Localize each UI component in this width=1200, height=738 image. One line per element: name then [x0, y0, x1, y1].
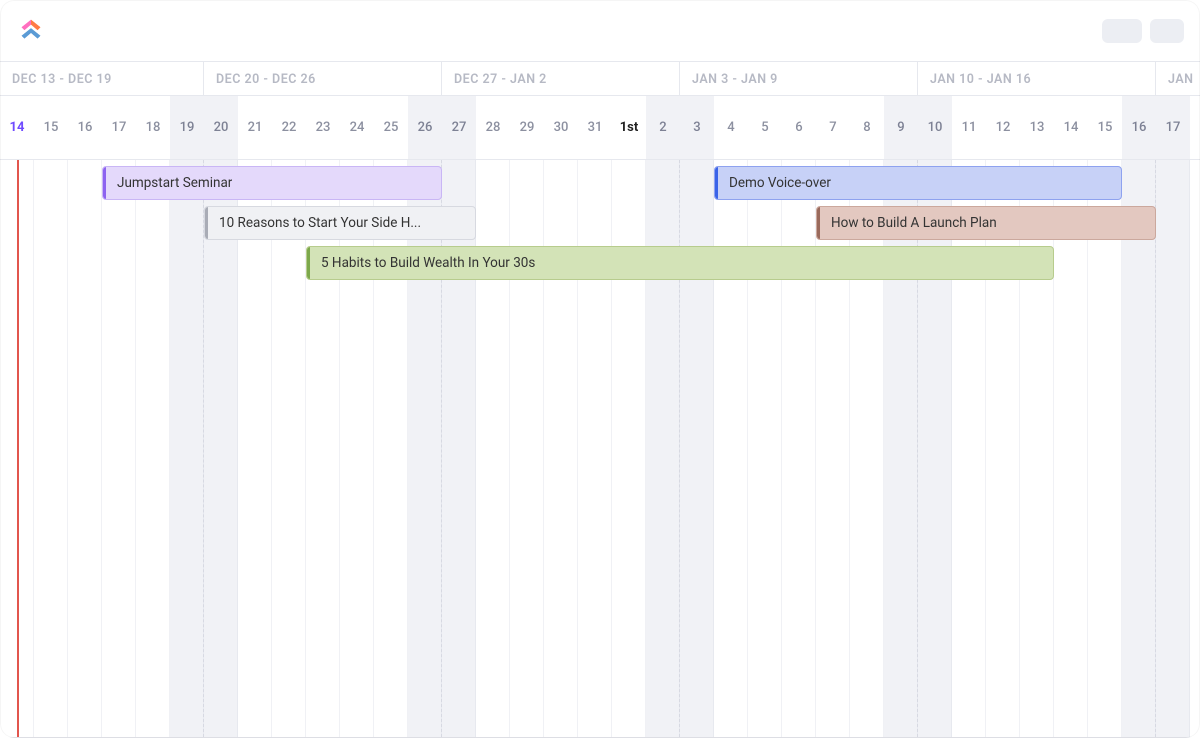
day-header-cell[interactable]: 21: [238, 96, 272, 159]
task-bar-label: Demo Voice-over: [729, 175, 831, 191]
task-bar-label: Jumpstart Seminar: [117, 175, 232, 191]
day-column: [1054, 160, 1088, 737]
week-divider: [1155, 160, 1156, 737]
day-header-cell[interactable]: 14: [0, 96, 34, 159]
day-header-cell[interactable]: 1st: [612, 96, 646, 159]
week-label: DEC 20 - DEC 26: [204, 62, 442, 95]
day-column: [102, 160, 136, 737]
topbar-right: [1102, 19, 1184, 43]
day-header-cell[interactable]: 30: [544, 96, 578, 159]
day-header-cell[interactable]: 18: [136, 96, 170, 159]
task-bar-ten-reasons[interactable]: 10 Reasons to Start Your Side H...: [204, 206, 476, 240]
day-header-cell[interactable]: 26: [408, 96, 442, 159]
task-bar-demo-vo[interactable]: Demo Voice-over: [714, 166, 1122, 200]
day-header-cell[interactable]: 19: [170, 96, 204, 159]
day-header-cell[interactable]: 10: [918, 96, 952, 159]
week-header: DEC 13 - DEC 19DEC 20 - DEC 26DEC 27 - J…: [0, 62, 1200, 96]
week-label: DEC 27 - JAN 2: [442, 62, 680, 95]
today-indicator: [17, 160, 19, 737]
week-label: JAN: [1156, 62, 1200, 95]
day-header-cell[interactable]: 8: [850, 96, 884, 159]
day-column: [68, 160, 102, 737]
day-column: [1122, 160, 1156, 737]
topbar-control-placeholder[interactable]: [1102, 19, 1142, 43]
day-column: [204, 160, 238, 737]
week-label: JAN 10 - JAN 16: [918, 62, 1156, 95]
day-header-cell[interactable]: 23: [306, 96, 340, 159]
day-column: [1088, 160, 1122, 737]
day-header-cell[interactable]: 28: [476, 96, 510, 159]
day-header-cell[interactable]: 16: [68, 96, 102, 159]
day-column: [34, 160, 68, 737]
day-header-cell[interactable]: 22: [272, 96, 306, 159]
timeline[interactable]: DEC 13 - DEC 19DEC 20 - DEC 26DEC 27 - J…: [0, 62, 1200, 738]
day-header-cell[interactable]: 15: [34, 96, 68, 159]
day-header-cell[interactable]: 25: [374, 96, 408, 159]
week-label: DEC 13 - DEC 19: [0, 62, 204, 95]
task-bar-label: How to Build A Launch Plan: [831, 215, 997, 231]
day-header-cell[interactable]: 12: [986, 96, 1020, 159]
topbar: [0, 0, 1200, 62]
topbar-control-placeholder[interactable]: [1150, 19, 1184, 43]
day-header-cell[interactable]: 15: [1088, 96, 1122, 159]
day-column: [170, 160, 204, 737]
task-bar-label: 5 Habits to Build Wealth In Your 30s: [321, 255, 535, 271]
day-header-cell[interactable]: 2: [646, 96, 680, 159]
day-header-cell[interactable]: 11: [952, 96, 986, 159]
week-divider: [203, 160, 204, 737]
app-frame: DEC 13 - DEC 19DEC 20 - DEC 26DEC 27 - J…: [0, 0, 1200, 738]
week-label: JAN 3 - JAN 9: [680, 62, 918, 95]
day-header-cell[interactable]: 17: [1156, 96, 1190, 159]
day-header-cell[interactable]: 14: [1054, 96, 1088, 159]
day-column: [136, 160, 170, 737]
task-bar-launch-plan[interactable]: How to Build A Launch Plan: [816, 206, 1156, 240]
day-header-cell[interactable]: 31: [578, 96, 612, 159]
task-bar-label: 10 Reasons to Start Your Side H...: [219, 215, 421, 231]
day-header-cell[interactable]: 6: [782, 96, 816, 159]
day-header-cell[interactable]: 3: [680, 96, 714, 159]
clickup-logo-icon: [16, 16, 46, 46]
day-header-cell[interactable]: 4: [714, 96, 748, 159]
task-bar-five-habits[interactable]: 5 Habits to Build Wealth In Your 30s: [306, 246, 1054, 280]
day-header-cell[interactable]: 16: [1122, 96, 1156, 159]
day-header-cell[interactable]: 24: [340, 96, 374, 159]
day-header-cell[interactable]: 20: [204, 96, 238, 159]
day-header-cell[interactable]: 17: [102, 96, 136, 159]
day-header: 1415161718192021222324252627282930311st2…: [0, 96, 1200, 160]
day-header-cell[interactable]: 7: [816, 96, 850, 159]
day-header-cell[interactable]: 29: [510, 96, 544, 159]
day-column: [272, 160, 306, 737]
day-header-cell[interactable]: 9: [884, 96, 918, 159]
gantt-body[interactable]: Jumpstart Seminar 10 Reasons to Start You…: [0, 160, 1200, 738]
day-column: [238, 160, 272, 737]
day-header-cell[interactable]: 13: [1020, 96, 1054, 159]
day-column: [1156, 160, 1190, 737]
day-header-cell[interactable]: 27: [442, 96, 476, 159]
day-header-cell[interactable]: 5: [748, 96, 782, 159]
task-bar-jumpstart[interactable]: Jumpstart Seminar: [102, 166, 442, 200]
